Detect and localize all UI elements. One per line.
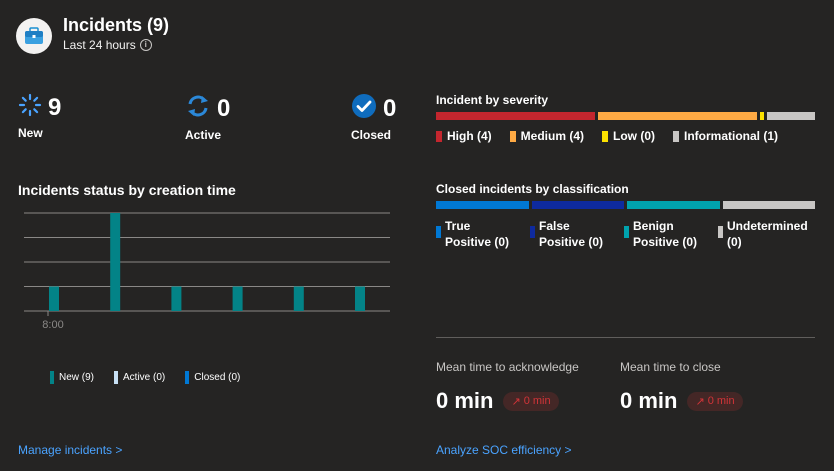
chart-x-tick-label: 8:00	[42, 319, 63, 331]
counter-new[interactable]: 9 New	[18, 93, 62, 141]
classification-label-line2: Positive (0)	[633, 235, 698, 249]
chart-bar-new[interactable]	[171, 286, 182, 312]
classification-segment-undetermined[interactable]	[722, 201, 815, 209]
card-title: Incidents (9)	[63, 15, 170, 35]
refresh-icon	[185, 93, 211, 124]
incidents-card: Incidents (9) Last 24 hours i 9 New 0 Ac…	[0, 0, 834, 471]
classification-label-line1: Undetermined	[727, 219, 808, 233]
legend-label-active: Active (0)	[123, 372, 166, 383]
severity-segment-high[interactable]	[436, 112, 596, 120]
analyze-soc-efficiency-link[interactable]: Analyze SOC efficiency >	[436, 443, 572, 457]
active-count: 0	[217, 94, 231, 122]
metrics-divider	[436, 337, 815, 338]
metric-close-delta: ↗ 0 min	[687, 391, 743, 411]
severity-legend-high[interactable]: High (4)	[436, 129, 492, 143]
severity-bar	[436, 112, 815, 120]
info-icon[interactable]: i	[139, 39, 152, 51]
metric-acknowledge-delta: ↗ 0 min	[503, 391, 559, 411]
classification-segment-false-positive[interactable]	[531, 201, 624, 209]
status-chart-legend: New (9) Active (0) Closed (0)	[50, 371, 240, 384]
counter-active[interactable]: 0 Active	[185, 93, 231, 143]
severity-label-medium: Medium (4)	[520, 129, 585, 143]
new-count: 9	[48, 93, 62, 121]
classification-label-line2: Positive (0)	[445, 235, 510, 249]
classification-bar	[436, 201, 815, 209]
classification-label-line2: Positive (0)	[539, 235, 604, 249]
chart-bar-new[interactable]	[110, 213, 121, 311]
severity-segment-medium[interactable]	[598, 112, 758, 120]
metric-close-delta-text: 0 min	[707, 395, 735, 407]
severity-legend-medium[interactable]: Medium (4)	[509, 129, 585, 143]
trend-up-arrow-icon: ↗	[511, 395, 521, 408]
classification-label-line1: True	[445, 219, 471, 233]
loading-spinner-icon	[18, 93, 42, 122]
severity-label-high: High (4)	[447, 129, 492, 143]
metric-close-label: Mean time to close	[620, 360, 721, 374]
trend-up-arrow-icon: ↗	[695, 395, 705, 408]
classification-label-line2: (0)	[727, 235, 742, 249]
severity-segment-informational[interactable]	[767, 112, 815, 120]
classification-segment-benign-positive[interactable]	[627, 201, 720, 209]
time-range: Last 24 hours i	[63, 38, 152, 52]
chart-bar-new[interactable]	[293, 286, 304, 312]
metric-acknowledge: Mean time to acknowledge 0 min ↗ 0 min	[436, 360, 579, 414]
legend-swatch-active	[114, 371, 119, 384]
legend-item-active[interactable]: Active (0)	[114, 371, 165, 384]
severity-title: Incident by severity	[436, 93, 549, 107]
closed-count: 0	[383, 94, 397, 122]
severity-legend-low[interactable]: Low (0)	[602, 129, 655, 143]
classification-legend: True Positive (0) False Positive (0) Ben…	[436, 218, 812, 250]
chart-bar-new[interactable]	[49, 286, 59, 312]
severity-segment-low[interactable]	[760, 112, 765, 120]
legend-swatch-closed	[185, 371, 190, 384]
status-chart: 8:00	[24, 212, 390, 331]
metric-acknowledge-delta-text: 0 min	[523, 395, 551, 407]
chart-bar-new[interactable]	[232, 286, 243, 312]
legend-label-new: New (9)	[59, 372, 95, 383]
active-label: Active	[185, 128, 222, 142]
classification-swatch-undetermined	[718, 226, 723, 238]
new-label: New	[18, 126, 43, 140]
check-circle-icon	[351, 93, 377, 124]
chart-bar-new[interactable]	[355, 286, 365, 312]
classification-legend-false-positive[interactable]: False Positive (0)	[530, 218, 624, 250]
severity-swatch-high	[436, 130, 442, 142]
severity-legend-informational[interactable]: Informational (1)	[673, 129, 778, 143]
classification-legend-undetermined[interactable]: Undetermined (0)	[718, 218, 812, 250]
classification-label-line1: False	[539, 219, 570, 233]
closed-label: Closed	[351, 128, 392, 142]
classification-title: Closed incidents by classification	[436, 182, 629, 196]
manage-incidents-link[interactable]: Manage incidents >	[18, 443, 122, 457]
classification-segment-true-positive[interactable]	[436, 201, 529, 209]
severity-swatch-low	[602, 130, 609, 142]
severity-label-low: Low (0)	[613, 129, 656, 143]
time-range-label: Last 24 hours	[63, 38, 136, 52]
classification-legend-benign-positive[interactable]: Benign Positive (0)	[624, 218, 718, 250]
metric-acknowledge-label: Mean time to acknowledge	[436, 360, 579, 374]
metric-close-value: 0 min	[620, 388, 678, 413]
legend-label-closed: Closed (0)	[194, 372, 241, 383]
metric-close: Mean time to close 0 min ↗ 0 min	[620, 360, 743, 414]
status-chart-title: Incidents status by creation time	[18, 182, 236, 198]
severity-label-informational: Informational (1)	[684, 129, 779, 143]
classification-swatch-true-positive	[436, 226, 441, 238]
classification-label-line1: Benign	[633, 219, 674, 233]
classification-legend-true-positive[interactable]: True Positive (0)	[436, 218, 530, 250]
legend-item-new[interactable]: New (9)	[50, 371, 94, 384]
severity-swatch-informational	[673, 130, 680, 142]
legend-swatch-new	[50, 371, 54, 384]
legend-item-closed[interactable]: Closed (0)	[185, 371, 240, 384]
classification-swatch-benign-positive	[624, 226, 629, 238]
counter-closed[interactable]: 0 Closed	[351, 93, 396, 142]
severity-legend: High (4) Medium (4) Low (0) Informationa…	[436, 129, 778, 143]
metric-acknowledge-value: 0 min	[436, 388, 494, 413]
classification-swatch-false-positive	[530, 226, 535, 238]
severity-swatch-medium	[509, 130, 516, 142]
briefcase-icon	[16, 18, 52, 54]
